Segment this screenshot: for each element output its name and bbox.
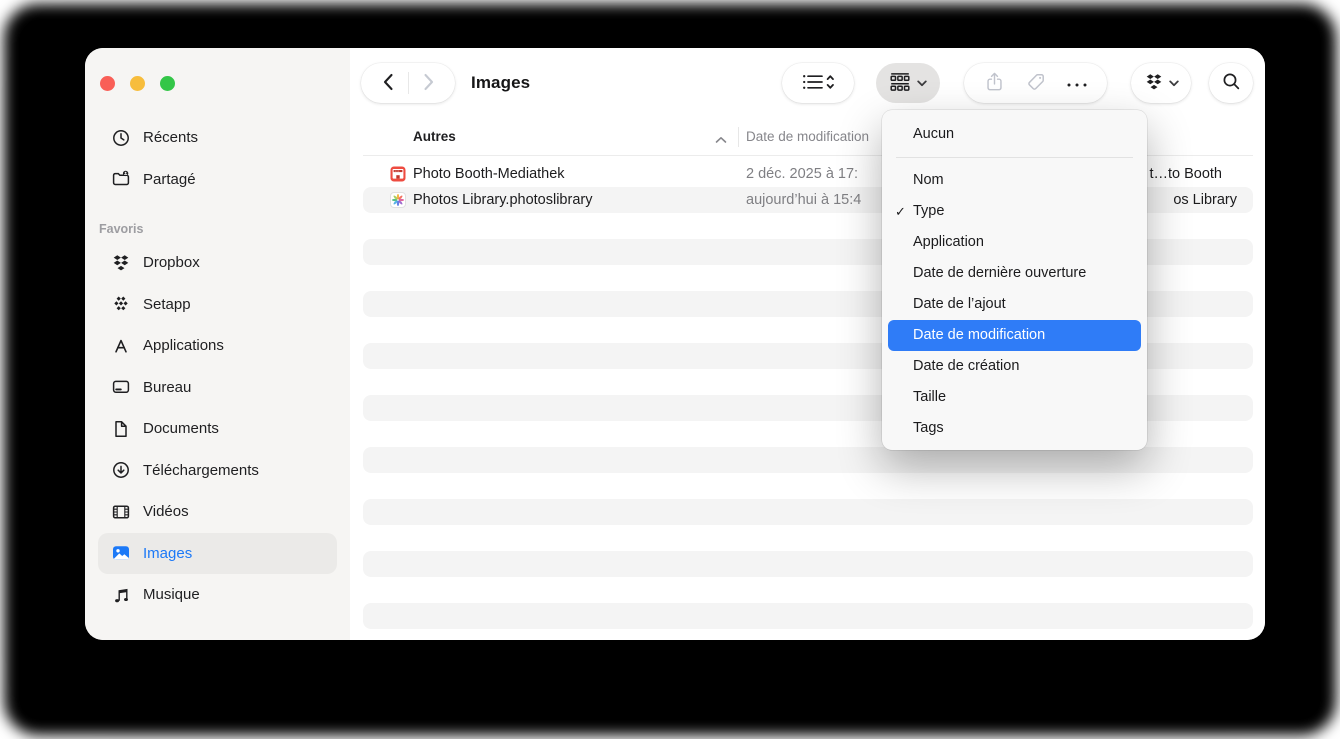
sidebar-item[interactable]: Setapp [98, 284, 337, 326]
download-icon [110, 460, 132, 480]
dropbox-icon [1144, 72, 1164, 95]
desktop-icon [110, 377, 132, 397]
actions-group [964, 63, 1107, 103]
sort-ascending-icon[interactable] [715, 131, 727, 149]
dropbox-icon [110, 253, 132, 273]
menu-item[interactable]: ✓ Taille [888, 382, 1141, 413]
share-button[interactable] [978, 63, 1012, 103]
empty-row [363, 473, 1253, 499]
film-icon [110, 502, 132, 522]
empty-row [363, 525, 1253, 551]
menu-item[interactable]: ✓ Date de dernière ouverture [888, 258, 1141, 289]
sidebar-item[interactable]: Vidéos [98, 491, 337, 533]
sidebar-item[interactable]: Bureau [98, 367, 337, 409]
date-column-header[interactable]: Date de modification [746, 129, 869, 144]
sidebar-item[interactable]: Images [98, 532, 337, 574]
menu-item[interactable]: ✓ Nom [888, 165, 1141, 196]
minimize-button[interactable] [130, 76, 145, 91]
group-header-label[interactable]: Autres [413, 129, 456, 144]
back-forward-group [361, 63, 455, 103]
photo-booth-icon [390, 166, 406, 182]
menu-item[interactable]: ✓ Tags [888, 413, 1141, 444]
menu-item[interactable]: ✓ Date de l’ajout [888, 289, 1141, 320]
window-title: Images [471, 73, 531, 92]
photos-app-icon [390, 192, 406, 208]
dropbox-toolbar-button[interactable] [1131, 63, 1191, 103]
column-divider [738, 127, 739, 147]
sidebar-item[interactable]: Documents [98, 408, 337, 450]
menu-item[interactable]: ✓ Application [888, 227, 1141, 258]
chevron-down-icon [917, 80, 927, 87]
ellipsis-icon [1066, 76, 1088, 91]
toolbar: Images [350, 48, 1265, 118]
back-chevron-icon [382, 73, 394, 94]
sidebar-item[interactable]: Récents [98, 117, 337, 159]
sidebar-item[interactable]: Téléchargements [98, 450, 337, 492]
share-icon [985, 71, 1004, 95]
view-options-button[interactable] [782, 63, 854, 103]
empty-row [363, 577, 1253, 603]
group-by-button[interactable] [876, 63, 940, 103]
forward-button[interactable] [409, 63, 449, 103]
sidebar-item[interactable]: Dropbox [98, 242, 337, 284]
setapp-icon [110, 294, 132, 314]
sidebar-favorites-list: Dropbox Setapp Applications Bureau Docum… [85, 242, 350, 616]
group-grid-icon [889, 72, 911, 95]
zoom-button[interactable] [160, 76, 175, 91]
menu-item[interactable]: ✓ [896, 157, 1133, 158]
empty-row [363, 447, 1253, 473]
sidebar-item[interactable]: Applications [98, 325, 337, 367]
tag-icon [1026, 72, 1046, 95]
traffic-lights [85, 48, 350, 91]
menu-item[interactable]: ✓ Aucun [888, 119, 1141, 150]
empty-row [363, 499, 1253, 525]
menu-item[interactable]: ✓ Type [888, 196, 1141, 227]
tag-button[interactable] [1019, 63, 1053, 103]
sidebar-top-list: Récents Partagé [85, 117, 350, 200]
photo-icon [110, 543, 132, 563]
checkmark-icon: ✓ [895, 204, 906, 219]
sidebar: Récents Partagé Favoris Dropbox Setapp A… [85, 48, 350, 640]
forward-chevron-icon [423, 73, 435, 94]
close-button[interactable] [100, 76, 115, 91]
clock-icon [110, 128, 132, 148]
search-icon [1222, 72, 1241, 94]
menu-item[interactable]: ✓ Date de création [888, 351, 1141, 382]
appstore-icon [110, 336, 132, 356]
chevron-down-icon [1168, 80, 1179, 87]
music-icon [110, 585, 132, 605]
document-icon [110, 419, 132, 439]
sidebar-section-label: Favoris [99, 222, 144, 236]
sidebar-item[interactable]: Musique [98, 574, 337, 616]
empty-row [363, 603, 1253, 629]
group-by-menu: ✓ Aucun ✓ ✓ Nom ✓ Type ✓ Application ✓ D… [882, 110, 1147, 450]
shared-folder-icon [110, 169, 132, 189]
search-button[interactable] [1209, 63, 1253, 103]
more-button[interactable] [1060, 63, 1094, 103]
back-button[interactable] [368, 63, 408, 103]
empty-row [363, 551, 1253, 577]
finder-window: Récents Partagé Favoris Dropbox Setapp A… [85, 48, 1265, 640]
list-view-icon [801, 72, 835, 95]
sidebar-item[interactable]: Partagé [98, 159, 337, 201]
menu-item[interactable]: ✓ Date de modification [888, 320, 1141, 351]
